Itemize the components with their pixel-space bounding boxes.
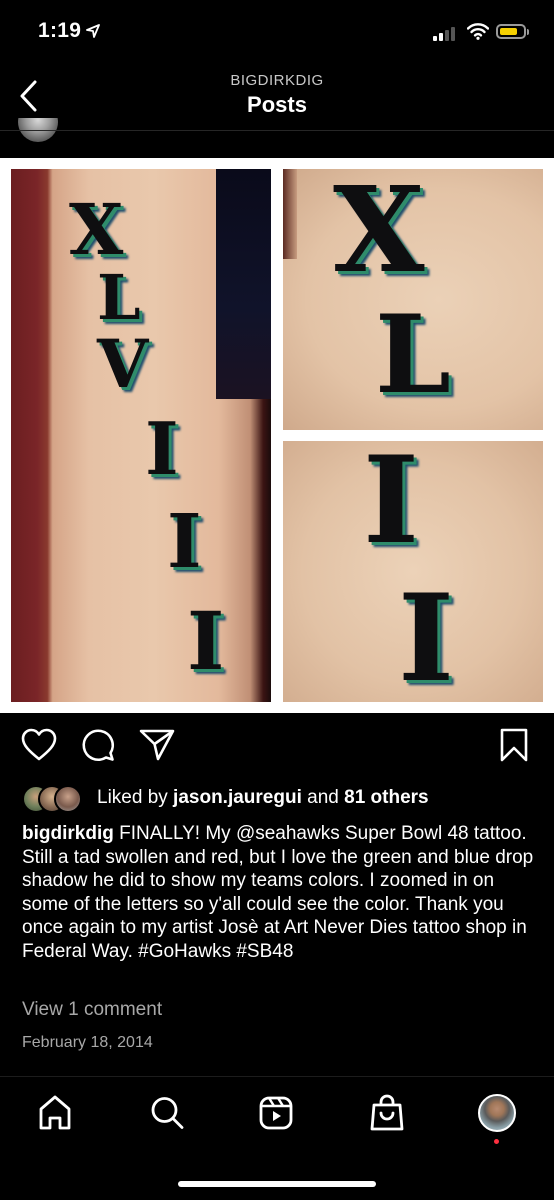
post-date: February 18, 2014 xyxy=(22,1034,153,1051)
likes-summary[interactable]: Liked by jason.jauregui and 81 others xyxy=(97,787,429,809)
header-username: BIGDIRKDIG xyxy=(230,72,324,89)
tattoo-letter: I xyxy=(363,441,420,571)
liker-username[interactable]: jason.jauregui xyxy=(173,787,302,808)
post-image[interactable]: X L V I I I X L I I xyxy=(0,158,554,713)
caption-username[interactable]: bigdirkdig xyxy=(22,823,114,844)
page-title: Posts xyxy=(247,92,307,117)
bookmark-icon[interactable] xyxy=(499,728,529,762)
tattoo-letter: L xyxy=(97,261,141,334)
tattoo-letter: X xyxy=(69,188,124,271)
tattoo-letter: L xyxy=(375,292,451,418)
search-icon[interactable] xyxy=(149,1094,185,1132)
tattoo-letter: I xyxy=(187,594,225,688)
reels-icon[interactable] xyxy=(258,1094,294,1132)
notification-dot xyxy=(494,1139,499,1144)
tattoo-photo-closeup-xl: X L xyxy=(283,169,543,430)
profile-avatar-tab[interactable] xyxy=(478,1094,516,1132)
tattoo-letter: I xyxy=(398,568,455,702)
bottom-nav-divider xyxy=(0,1076,554,1077)
wifi-icon xyxy=(467,23,489,40)
tattoo-photo-full-arm: X L V I I I xyxy=(11,169,271,702)
likes-conjunction: and xyxy=(301,787,345,808)
likes-prefix: Liked by xyxy=(97,787,174,808)
home-icon[interactable] xyxy=(37,1094,73,1132)
heart-icon[interactable] xyxy=(21,728,57,762)
view-comments-link[interactable]: View 1 comment xyxy=(22,999,162,1021)
liker-avatar xyxy=(54,785,82,813)
tattoo-letter: V xyxy=(97,325,149,403)
status-time: 1:19 xyxy=(38,19,82,42)
tattoo-letter: I xyxy=(145,406,179,491)
tattoo-photo-closeup-ii: I I xyxy=(283,441,543,702)
header-divider xyxy=(0,130,554,131)
likes-count[interactable]: 81 others xyxy=(344,787,428,808)
battery-icon xyxy=(496,24,526,39)
tattoo-letter: I xyxy=(167,499,202,585)
location-arrow-icon xyxy=(86,24,100,38)
home-indicator[interactable] xyxy=(178,1181,376,1187)
shop-bag-icon[interactable] xyxy=(369,1094,405,1132)
tattoo-letter: X xyxy=(333,169,425,299)
paper-plane-icon[interactable] xyxy=(139,728,175,762)
battery-nub xyxy=(527,29,529,35)
cellular-signal-icon xyxy=(433,27,455,41)
comment-bubble-icon[interactable] xyxy=(81,728,115,762)
post-caption: bigdirkdig FINALLY! My @seahawks Super B… xyxy=(22,822,537,963)
